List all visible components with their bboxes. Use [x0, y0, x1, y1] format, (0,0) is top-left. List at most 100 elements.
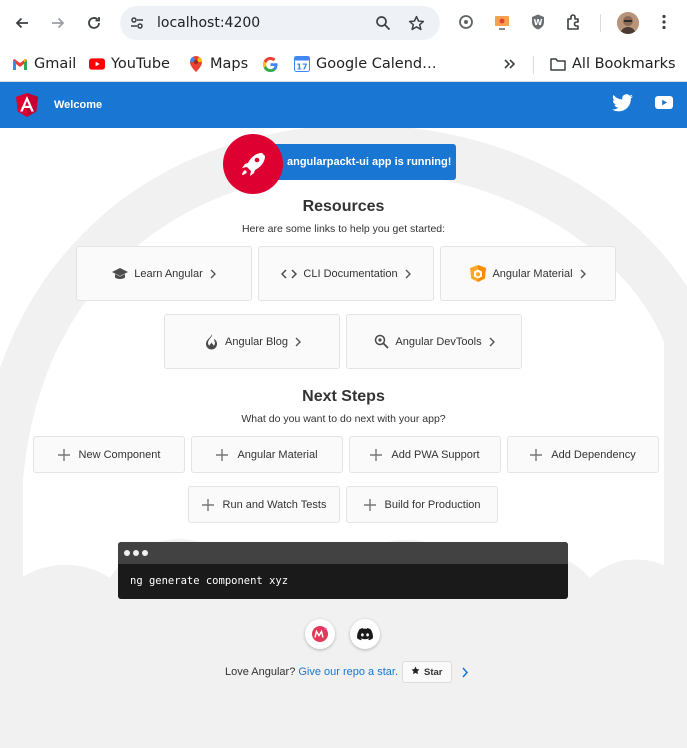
- bookmark-label: YouTube: [111, 56, 170, 72]
- plus-icon: [363, 498, 376, 511]
- all-bookmarks-label: All Bookmarks: [572, 56, 676, 72]
- profile-avatar[interactable]: [617, 12, 639, 34]
- card-angular-material[interactable]: Angular Material: [440, 246, 616, 301]
- terminal: ng generate component xyz: [118, 542, 568, 599]
- card-label: Angular DevTools: [395, 335, 482, 348]
- resources-title: Resources: [302, 198, 385, 215]
- back-arrow-icon: [15, 17, 28, 29]
- chevron-right-icon: [579, 269, 587, 279]
- toolbar-divider: [600, 14, 601, 32]
- youtube-icon: [89, 56, 105, 72]
- site-info-icon[interactable]: [128, 14, 146, 32]
- bookmark-maps[interactable]: Maps: [188, 52, 248, 76]
- card-angular-devtools[interactable]: Angular DevTools: [346, 314, 522, 369]
- twitter-icon[interactable]: [612, 94, 633, 117]
- step-label: New Component: [78, 448, 161, 461]
- card-cli-documentation[interactable]: CLI Documentation: [258, 246, 434, 301]
- reload-icon: [88, 17, 100, 29]
- google-icon: [262, 56, 278, 72]
- folder-icon: [550, 56, 566, 72]
- plus-icon: [370, 448, 383, 461]
- terminal-dot: [124, 550, 130, 556]
- devtools-search-icon: [372, 333, 390, 351]
- zoom-icon[interactable]: [374, 14, 392, 32]
- bookmark-label: Maps: [210, 56, 249, 72]
- star-label: Star: [424, 666, 443, 678]
- meetup-icon: [312, 626, 328, 642]
- all-bookmarks[interactable]: All Bookmarks: [550, 52, 676, 76]
- terminal-command: ng generate component xyz: [130, 575, 289, 587]
- flame-icon: [202, 333, 220, 351]
- material-shield-icon: [469, 265, 487, 283]
- step-label: Run and Watch Tests: [222, 498, 327, 511]
- resources-subtitle: Here are some links to help you get star…: [241, 223, 446, 235]
- step-add-dependency[interactable]: Add Dependency: [507, 436, 659, 473]
- card-label: Learn Angular: [134, 267, 203, 280]
- terminal-title-bar: [118, 542, 568, 564]
- next-steps-subtitle: What do you want to do next with your ap…: [241, 413, 446, 425]
- extension-screen-icon[interactable]: [492, 12, 512, 32]
- main-content: angularpackt-ui app is running! Resource…: [0, 128, 687, 748]
- step-angular-material[interactable]: Angular Material: [191, 436, 343, 473]
- chevron-right-icon: [209, 269, 217, 279]
- bookmark-youtube[interactable]: YouTube: [89, 52, 170, 76]
- next-steps-title: Next Steps: [302, 388, 385, 405]
- step-label: Angular Material: [237, 448, 318, 461]
- graduation-cap-icon: [111, 265, 129, 283]
- browser-toolbar: localhost:4200 W: [0, 0, 687, 46]
- bookmark-calendar[interactable]: 17 Google Calend…: [294, 52, 437, 76]
- toolbar-title: Welcome: [54, 99, 103, 111]
- address-bar[interactable]: localhost:4200: [120, 6, 440, 40]
- reload-button[interactable]: [82, 11, 106, 35]
- card-label: Angular Material: [492, 267, 573, 280]
- plus-icon: [201, 498, 214, 511]
- browser-menu-icon[interactable]: [654, 12, 674, 32]
- plus-icon: [216, 448, 229, 461]
- chevron-right-icon: [294, 337, 302, 347]
- gmail-icon: [12, 56, 28, 72]
- github-star-button[interactable]: Star: [402, 661, 452, 683]
- step-build-for-production[interactable]: Build for Production: [346, 486, 498, 523]
- card-angular-blog[interactable]: Angular Blog: [164, 314, 340, 369]
- chevron-right-icon: [404, 269, 412, 279]
- card-learn-angular[interactable]: Learn Angular: [76, 246, 252, 301]
- svg-text:17: 17: [296, 63, 307, 72]
- star-icon: [411, 666, 420, 678]
- bookmark-label: Gmail: [34, 56, 77, 72]
- back-button[interactable]: [10, 11, 34, 35]
- discord-link[interactable]: [350, 619, 380, 649]
- extension-sync-icon[interactable]: [456, 12, 476, 32]
- step-new-component[interactable]: New Component: [33, 436, 185, 473]
- bookmark-google[interactable]: [262, 52, 278, 76]
- bookmarks-overflow-button[interactable]: [502, 52, 516, 76]
- bookmark-label: Google Calend…: [316, 56, 437, 72]
- plus-icon: [530, 448, 543, 461]
- star-repo-link[interactable]: Give our repo a star.: [298, 666, 398, 678]
- plus-icon: [57, 448, 70, 461]
- rocket-badge: [223, 134, 283, 194]
- bookmarks-bar: Gmail YouTube Maps 17 Google Calend… All…: [0, 46, 687, 82]
- chevron-right-icon[interactable]: [461, 667, 469, 678]
- maps-icon: [188, 56, 204, 72]
- bookmark-gmail[interactable]: Gmail: [12, 52, 76, 76]
- url-text[interactable]: localhost:4200: [157, 15, 260, 31]
- step-add-pwa-support[interactable]: Add PWA Support: [349, 436, 501, 473]
- card-label: Angular Blog: [225, 335, 288, 348]
- forward-arrow-icon: [52, 17, 65, 29]
- chevron-right-icon: [488, 337, 496, 347]
- extensions-puzzle-icon[interactable]: [564, 12, 584, 32]
- step-label: Add Dependency: [551, 448, 636, 461]
- banner-text: angularpackt-ui app is running!: [287, 156, 452, 168]
- bookmarks-divider: [533, 56, 534, 74]
- rocket-icon: [242, 153, 265, 176]
- bookmark-star-icon[interactable]: [407, 14, 425, 32]
- forward-button[interactable]: [46, 11, 70, 35]
- youtube-link-icon[interactable]: [655, 96, 673, 114]
- app-toolbar: Welcome: [0, 82, 687, 128]
- step-run-and-watch-tests[interactable]: Run and Watch Tests: [188, 486, 340, 523]
- calendar-icon: 17: [294, 56, 310, 72]
- double-chevron-icon: [504, 59, 516, 69]
- meetup-link[interactable]: [305, 619, 335, 649]
- terminal-dot: [133, 550, 139, 556]
- extension-shield-w-icon[interactable]: W: [528, 12, 548, 32]
